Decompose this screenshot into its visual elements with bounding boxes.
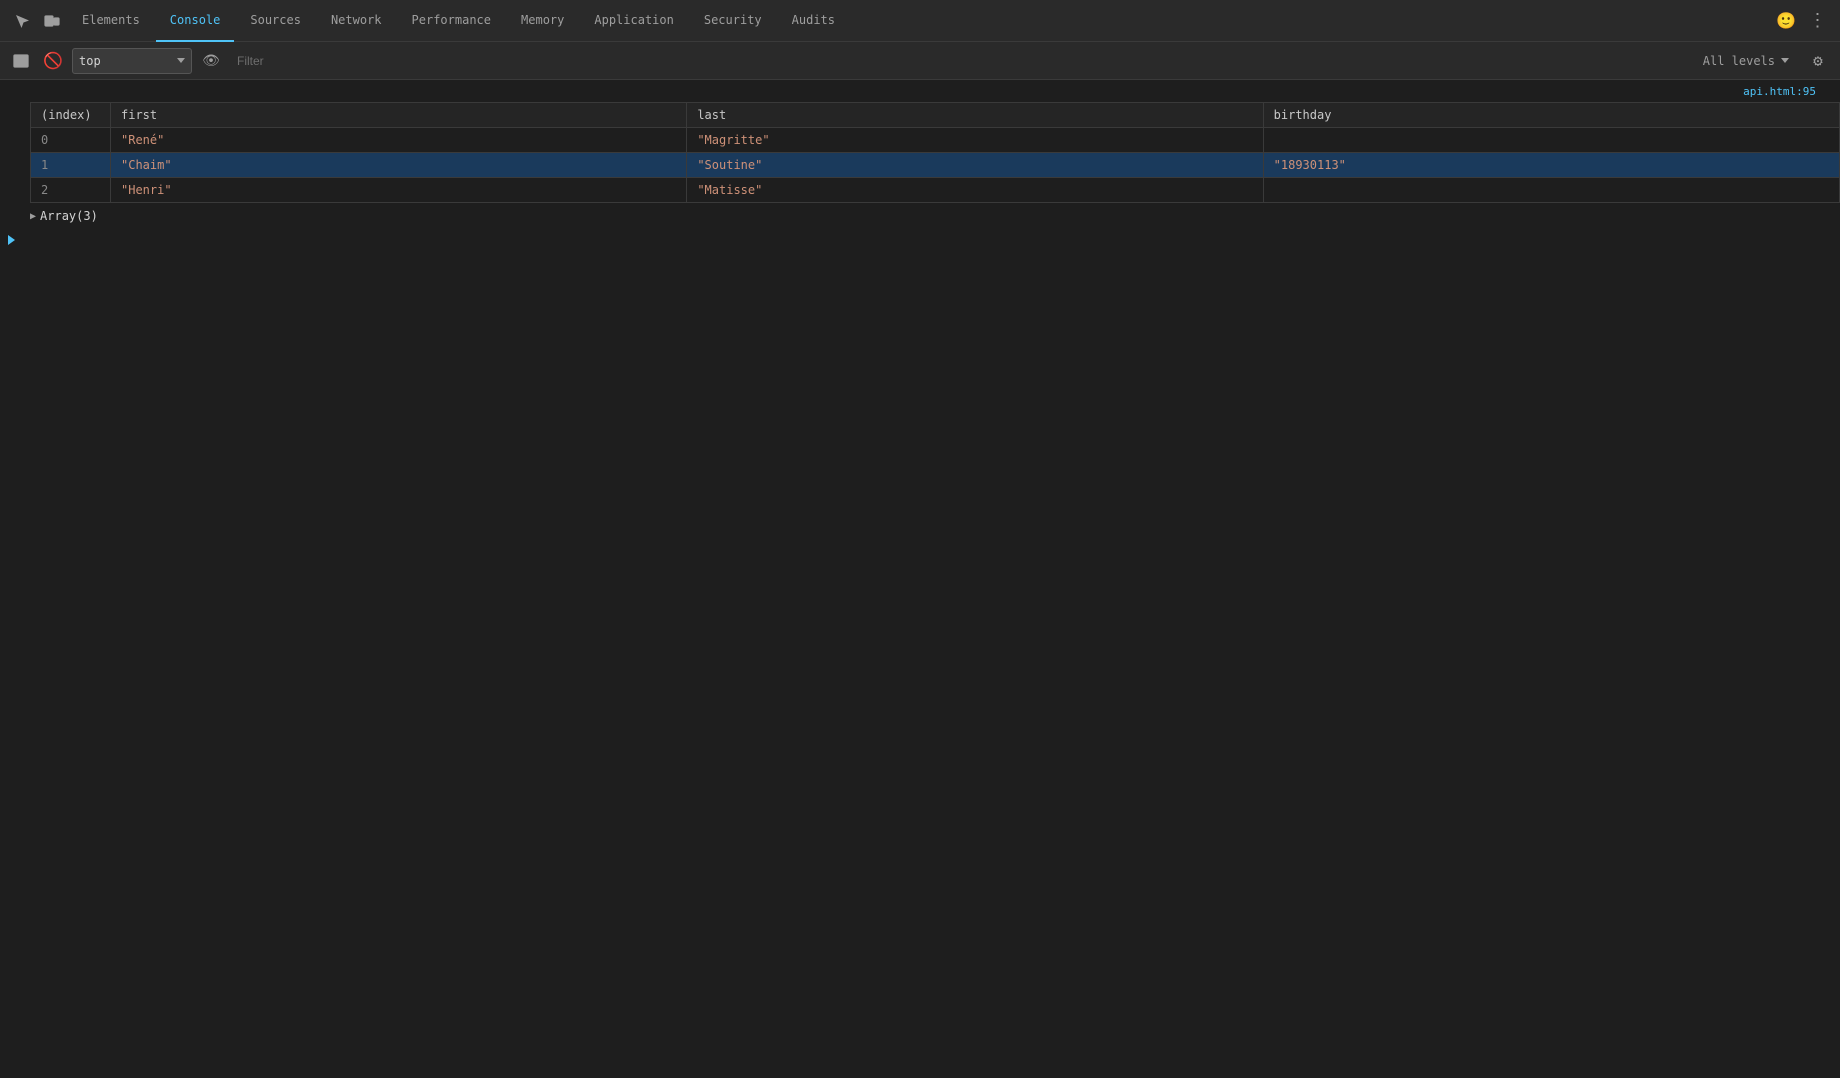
- col-header-first: first: [111, 103, 687, 128]
- cell-index: 1: [31, 153, 111, 178]
- tab-sources[interactable]: Sources: [236, 0, 315, 42]
- prompt-caret-icon: [8, 235, 15, 245]
- console-toolbar: 🚫 top 👁 All levels ⚙: [0, 42, 1840, 80]
- context-label: top: [79, 54, 171, 68]
- levels-chevron-icon: [1781, 58, 1789, 63]
- console-prompt: [0, 229, 1840, 251]
- col-header-index: (index): [31, 103, 111, 128]
- device-toolbar-btn[interactable]: [38, 7, 66, 35]
- cursor-icon-btn[interactable]: [8, 7, 36, 35]
- array-summary[interactable]: ▶ Array(3): [0, 203, 1840, 229]
- source-link[interactable]: api.html:95: [1731, 81, 1828, 102]
- col-header-last: last: [687, 103, 1263, 128]
- levels-label: All levels: [1703, 54, 1775, 68]
- tab-memory[interactable]: Memory: [507, 0, 578, 42]
- filter-container: [230, 48, 1688, 74]
- tab-console[interactable]: Console: [156, 0, 235, 42]
- table-row[interactable]: 2"Henri""Matisse": [31, 178, 1840, 203]
- preserve-log-btn[interactable]: 👁: [198, 48, 224, 74]
- devtools-nav-bar: Elements Console Sources Network Perform…: [0, 0, 1840, 42]
- cell-birthday: [1263, 128, 1839, 153]
- cell-index: 2: [31, 178, 111, 203]
- triangle-icon: ▶: [30, 211, 36, 222]
- clear-console-btn[interactable]: 🚫: [40, 48, 66, 74]
- table-row[interactable]: 1"Chaim""Soutine""18930113": [31, 153, 1840, 178]
- cell-first: "Chaim": [111, 153, 687, 178]
- cell-last: "Magritte": [687, 128, 1263, 153]
- tab-security[interactable]: Security: [690, 0, 776, 42]
- console-content: api.html:95 (index) first last birthday …: [0, 80, 1840, 1078]
- table-row[interactable]: 0"René""Magritte": [31, 128, 1840, 153]
- more-options-btn[interactable]: ⋮: [1804, 7, 1832, 35]
- console-table: (index) first last birthday 0"René""Magr…: [30, 102, 1840, 203]
- feedback-icon-btn[interactable]: 🙂: [1772, 7, 1800, 35]
- cell-birthday: [1263, 178, 1839, 203]
- tab-audits[interactable]: Audits: [778, 0, 849, 42]
- levels-dropdown[interactable]: All levels: [1694, 48, 1798, 74]
- array-summary-label: Array(3): [40, 209, 98, 223]
- tab-elements[interactable]: Elements: [68, 0, 154, 42]
- cell-first: "Henri": [111, 178, 687, 203]
- tab-network[interactable]: Network: [317, 0, 396, 42]
- chevron-down-icon: [177, 58, 185, 63]
- cell-first: "René": [111, 128, 687, 153]
- context-selector[interactable]: top: [72, 48, 192, 74]
- settings-gear-btn[interactable]: ⚙: [1804, 47, 1832, 75]
- tab-application[interactable]: Application: [580, 0, 687, 42]
- cell-last: "Soutine": [687, 153, 1263, 178]
- cell-index: 0: [31, 128, 111, 153]
- col-header-birthday: birthday: [1263, 103, 1839, 128]
- cell-birthday: "18930113": [1263, 153, 1839, 178]
- tab-performance[interactable]: Performance: [398, 0, 505, 42]
- sidebar-toggle-btn[interactable]: [8, 48, 34, 74]
- filter-input[interactable]: [237, 54, 1681, 68]
- cell-last: "Matisse": [687, 178, 1263, 203]
